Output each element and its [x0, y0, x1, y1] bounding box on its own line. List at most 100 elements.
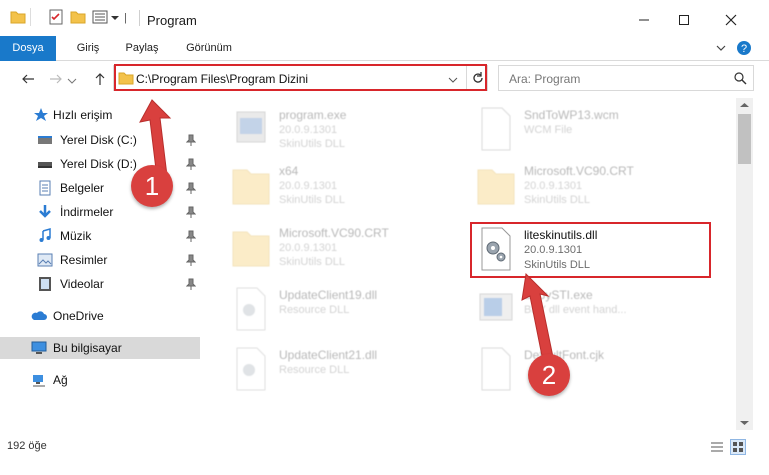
videos-icon [39, 277, 51, 291]
nav-item-resimler[interactable]: Resimler [0, 249, 200, 271]
scroll-down-icon[interactable] [740, 420, 749, 426]
nav-item-indirmeler[interactable]: İndirmeler [0, 201, 200, 223]
pin-icon[interactable] [186, 278, 196, 290]
pin-icon[interactable] [186, 230, 196, 242]
dll-gear-icon [236, 347, 266, 391]
recent-locations-button[interactable] [66, 71, 78, 91]
ribbon: Dosya Giriş Paylaş Görünüm ? [0, 36, 769, 92]
scroll-thumb[interactable] [738, 114, 751, 164]
search-box[interactable]: Ara: Program [498, 65, 754, 91]
maximize-button[interactable] [661, 6, 707, 34]
file-detail: SkinUtils DLL [279, 256, 346, 268]
file-detail: Resource DLL [279, 364, 350, 376]
drive-icon [38, 136, 52, 144]
file-name: x64 [279, 164, 299, 178]
new-folder-icon[interactable] [70, 9, 86, 28]
nav-label: Ağ [53, 373, 68, 387]
nav-this-pc[interactable]: Bu bilgisayar [0, 337, 200, 359]
file-detail: SkinUtils DLL [279, 194, 346, 206]
file-name: UpdateClient21.dll [279, 348, 378, 362]
maximize-icon [679, 15, 689, 25]
nav-label: Resimler [60, 253, 108, 267]
documents-icon [39, 180, 51, 196]
cloud-icon [31, 311, 47, 320]
minimize-icon [639, 19, 649, 21]
file-item[interactable]: UpdateClient21.dll Resource DLL [231, 344, 471, 400]
tab-giris[interactable]: Giriş [68, 36, 108, 60]
file-item[interactable]: x64 20.0.9.1301 SkinUtils DLL [231, 160, 471, 216]
tab-gorunum[interactable]: Görünüm [178, 36, 240, 60]
scroll-up-icon[interactable] [740, 102, 749, 108]
expand-ribbon-icon[interactable] [715, 42, 727, 57]
exe-icon [479, 293, 513, 321]
pin-icon[interactable] [186, 182, 196, 194]
file-item[interactable]: DefaultFont.cjk [476, 344, 716, 400]
pictures-icon [37, 253, 53, 267]
file-item[interactable]: BabySTI.exe BBY dll event hand... [476, 284, 716, 340]
pin-icon[interactable] [186, 254, 196, 266]
nav-label: Müzik [60, 229, 92, 243]
dll-gear-icon [236, 287, 266, 331]
step-badge-1: 1 [131, 165, 173, 207]
back-button[interactable] [18, 69, 38, 89]
file-detail: 20.0.9.1301 [279, 124, 338, 136]
title-separator [139, 10, 140, 26]
toolbar-separator-icon: | [124, 12, 127, 24]
vertical-scrollbar[interactable] [736, 98, 753, 430]
pin-icon[interactable] [186, 206, 196, 218]
nav-label: Yerel Disk (D:) [60, 157, 137, 171]
nav-item-videolar[interactable]: Videolar [0, 273, 200, 295]
file-detail: 20.0.9.1301 [524, 180, 583, 192]
nav-item-muzik[interactable]: Müzik [0, 225, 200, 247]
nav-label: İndirmeler [60, 205, 114, 219]
file-item[interactable]: SndToWP13.wcm WCM File [476, 104, 716, 160]
file-item[interactable]: Microsoft.VC90.CRT 20.0.9.1301 SkinUtils… [476, 160, 716, 216]
folder-icon [232, 231, 270, 267]
file-detail: SkinUtils DLL [279, 138, 346, 150]
file-detail: 20.0.9.1301 [279, 180, 338, 192]
pin-icon[interactable] [186, 134, 196, 146]
folder-icon [477, 169, 515, 205]
item-count: 192 öğe [7, 440, 47, 452]
file-icon [481, 347, 511, 391]
pin-icon[interactable] [186, 158, 196, 170]
help-icon[interactable]: ? [736, 40, 752, 59]
file-item[interactable]: program.exe 20.0.9.1301 SkinUtils DLL [231, 104, 471, 160]
up-button[interactable] [90, 69, 110, 89]
file-icon [481, 107, 511, 151]
tab-paylas[interactable]: Paylaş [120, 36, 164, 60]
nav-label: Belgeler [60, 181, 105, 195]
customize-toolbar-icon[interactable] [110, 12, 120, 26]
svg-text:?: ? [741, 43, 747, 55]
details-view-icon[interactable] [710, 440, 724, 457]
search-icon[interactable] [733, 71, 747, 88]
close-button[interactable] [708, 6, 754, 34]
exe-icon [236, 111, 266, 143]
chevron-down-icon [67, 78, 77, 84]
music-icon [39, 228, 51, 242]
properties-icon[interactable] [48, 9, 64, 28]
nav-label: Bu bilgisayar [53, 341, 122, 355]
title-bar: | Program [0, 0, 769, 36]
forward-button[interactable] [46, 69, 66, 89]
file-highlight-box [470, 222, 711, 278]
address-highlight-box [114, 64, 487, 91]
file-name: program.exe [279, 108, 347, 122]
file-item[interactable]: UpdateClient19.dll Resource DLL [231, 284, 471, 340]
folder-icon [10, 9, 26, 28]
status-bar: 192 öğe [0, 430, 769, 475]
close-icon [725, 14, 737, 26]
nav-onedrive[interactable]: OneDrive [0, 305, 200, 327]
file-detail: Resource DLL [279, 304, 350, 316]
arrow-up-icon [95, 73, 105, 85]
folder-icon [232, 169, 270, 205]
large-icons-view-icon[interactable] [730, 439, 746, 455]
file-name: SndToWP13.wcm [524, 108, 619, 122]
nav-label: Yerel Disk (C:) [60, 133, 137, 147]
nav-network[interactable]: Ağ [0, 369, 200, 391]
file-item[interactable]: Microsoft.VC90.CRT 20.0.9.1301 SkinUtils… [231, 222, 471, 278]
file-detail: 20.0.9.1301 [279, 242, 338, 254]
nav-label: Hızlı erişim [53, 108, 113, 122]
view-options-icon[interactable] [92, 9, 108, 28]
arrow-left-icon [22, 74, 34, 84]
